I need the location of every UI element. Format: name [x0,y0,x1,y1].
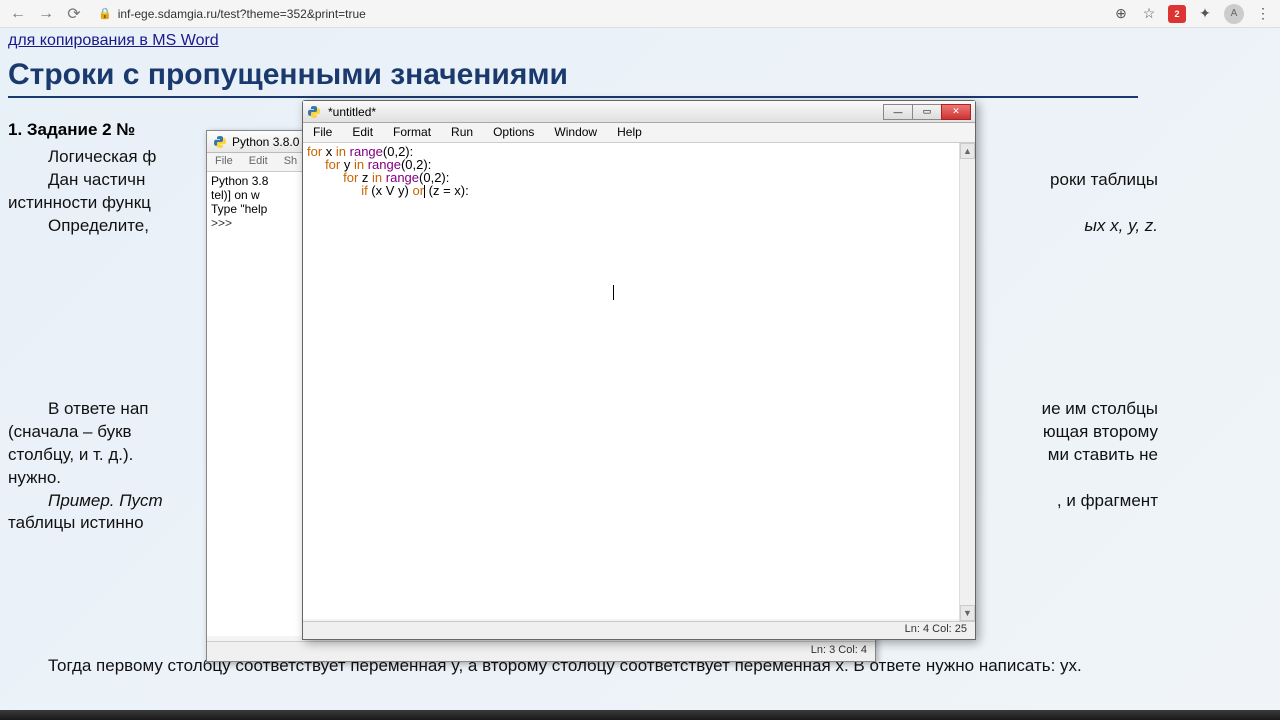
shell-menu-edit[interactable]: Edit [241,153,276,171]
text-fragment: столбцу, и т. д.). [8,444,133,467]
text-fragment: Пример. Пуст [48,491,163,510]
code-line: if (x V y) or (z = x): [307,184,971,198]
shell-status: Ln: 3 Col: 4 [207,641,875,661]
bookmark-icon[interactable]: ☆ [1140,5,1158,23]
shell-menu-shell[interactable]: Sh [276,153,305,171]
insertion-cursor [613,285,614,300]
url-text: inf-ege.sdamgia.ru/test?theme=352&print=… [118,7,366,21]
extension-icons: ⊕ ☆ 2 ✦ A ⋮ [1112,4,1272,24]
browser-toolbar: ← → ⟳ 🔒 inf-ege.sdamgia.ru/test?theme=35… [0,0,1280,28]
text-fragment: таблицы истинно [8,513,144,532]
reload-button[interactable]: ⟳ [64,4,84,24]
text-fragment: истинности функц [8,193,151,212]
shell-menu-file[interactable]: File [207,153,241,171]
text-fragment: В ответе нап [8,398,148,421]
back-button[interactable]: ← [8,4,28,24]
menu-format[interactable]: Format [383,123,441,142]
lock-icon: 🔒 [98,7,112,20]
menu-help[interactable]: Help [607,123,652,142]
scroll-up-icon[interactable]: ▲ [960,143,975,159]
menu-window[interactable]: Window [544,123,607,142]
forward-button[interactable]: → [36,4,56,24]
profile-avatar[interactable]: A [1224,4,1244,24]
menu-run[interactable]: Run [441,123,483,142]
page-title: Строки с пропущенными значениями [8,58,1138,98]
editor-menu: File Edit Format Run Options Window Help [303,123,975,143]
extensions-icon[interactable]: ✦ [1196,5,1214,23]
menu-options[interactable]: Options [483,123,544,142]
text-fragment: Дан частичн [8,169,145,192]
window-controls: — ▭ ✕ [884,104,971,120]
idle-editor-window[interactable]: *untitled* — ▭ ✕ File Edit Format Run Op… [302,100,976,640]
maximize-button[interactable]: ▭ [912,104,942,120]
link-ms-word[interactable]: для копирования в MS Word [8,32,219,50]
adblock-badge[interactable]: 2 [1168,5,1186,23]
address-bar[interactable]: 🔒 inf-ege.sdamgia.ru/test?theme=352&prin… [92,7,1104,21]
windows-taskbar[interactable] [0,710,1280,720]
menu-icon[interactable]: ⋮ [1254,5,1272,23]
python-icon [213,135,227,149]
menu-file[interactable]: File [303,123,342,142]
editor-title-text: *untitled* [326,105,884,119]
vertical-scrollbar[interactable]: ▲ ▼ [959,143,975,621]
text-fragment: ие им столбцы [1002,398,1158,421]
editor-body[interactable]: for x in range(0,2): for y in range(0,2)… [303,143,975,619]
text-fragment: Определите, [8,215,149,238]
text-fragment: (сначала – букв [8,421,132,444]
text-fragment: ых x, y, z. [1084,216,1158,235]
text-fragment: роки таблицы [1010,169,1158,192]
menu-edit[interactable]: Edit [342,123,383,142]
minimize-button[interactable]: — [883,104,913,120]
editor-titlebar[interactable]: *untitled* — ▭ ✕ [303,101,975,123]
scroll-down-icon[interactable]: ▼ [960,605,975,621]
text-fragment: ми ставить не [1048,444,1158,467]
text-fragment: Логическая ф [48,147,156,166]
text-fragment: ющая второму [1043,421,1158,444]
shell-title-text: Python 3.8.0 [232,135,299,149]
python-icon [307,105,321,119]
editor-status: Ln: 4 Col: 25 [303,621,975,639]
zoom-icon[interactable]: ⊕ [1112,5,1130,23]
text-fragment: , и фрагмент [1017,490,1158,513]
close-button[interactable]: ✕ [941,104,971,120]
text-fragment: нужно. [8,468,61,487]
